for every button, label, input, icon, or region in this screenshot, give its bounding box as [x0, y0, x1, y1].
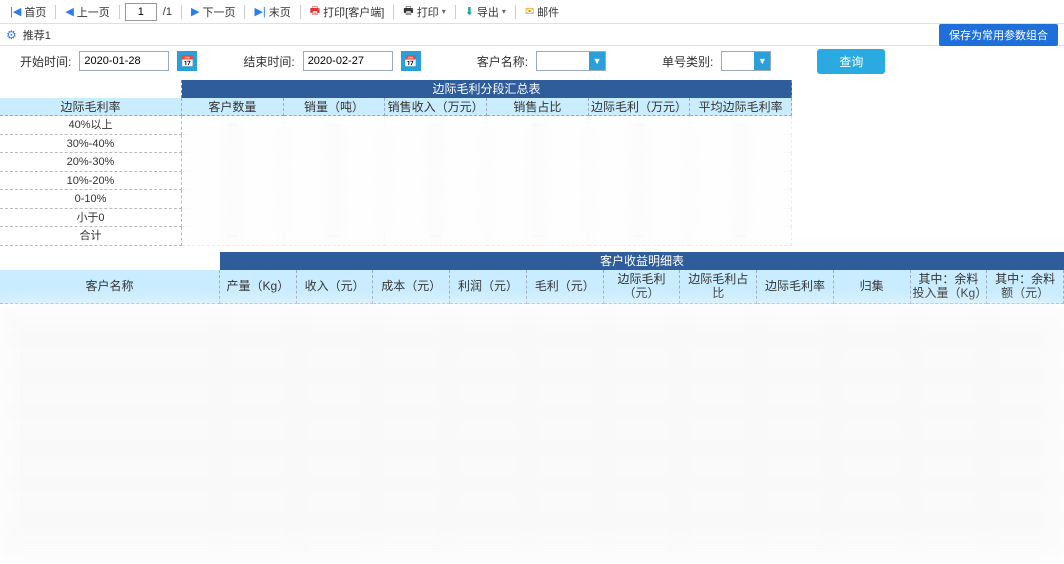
first-page-button[interactable]: |◀ 首页 — [6, 2, 50, 22]
page-number-input[interactable] — [125, 3, 157, 21]
first-page-label: 首页 — [24, 4, 46, 20]
detail-col-header: 边际毛利占比 — [680, 270, 757, 304]
customer-name-label: 客户名称: — [477, 53, 528, 70]
summary-col-header: 销售占比 — [487, 98, 589, 116]
detail-col-header: 边际毛利（元） — [604, 270, 681, 304]
chevron-down-icon: ▾ — [442, 7, 446, 16]
order-type-label: 单号类别: — [662, 53, 713, 70]
tab-recommend1[interactable]: 推荐1 — [23, 27, 51, 43]
end-time-input[interactable] — [303, 51, 393, 71]
detail-col-header: 利润（元） — [450, 270, 527, 304]
detail-col-header: 毛利（元） — [527, 270, 604, 304]
detail-col-header: 其中：余料投入量（Kg） — [911, 270, 988, 304]
calendar-icon[interactable]: 📅 — [177, 51, 197, 71]
detail-col-header: 边际毛利率 — [757, 270, 834, 304]
dropdown-icon: ▼ — [754, 52, 770, 70]
filter-bar: 开始时间: 📅 结束时间: 📅 客户名称: ▼ 单号类别: ▼ 查询 — [0, 46, 1064, 76]
export-icon: ⬇ — [465, 5, 474, 18]
tabs-row: ⚙ 推荐1 保存为常用参数组合 — [0, 24, 1064, 46]
dropdown-icon: ▼ — [589, 52, 605, 70]
end-time-label: 结束时间: — [243, 53, 294, 70]
start-time-label: 开始时间: — [20, 53, 71, 70]
separator — [300, 5, 301, 19]
mail-button[interactable]: ✉ 邮件 — [521, 2, 563, 22]
detail-col-header: 客户名称 — [0, 270, 220, 304]
separator — [244, 5, 245, 19]
separator — [55, 5, 56, 19]
summary-table: 边际毛利率 40%以上 30%-40% 20%-30% 10%-20% 0-10… — [0, 80, 1064, 246]
summary-row-label: 40%以上 — [0, 116, 182, 135]
summary-row-label: 10%-20% — [0, 172, 182, 191]
first-page-icon: |◀ — [10, 5, 21, 18]
mail-label: 邮件 — [537, 4, 559, 20]
summary-row-label: 合计 — [0, 227, 182, 246]
next-page-label: 下一页 — [202, 4, 235, 20]
detail-col-header: 其中：余料额（元） — [987, 270, 1064, 304]
separator — [181, 5, 182, 19]
prev-page-icon: ◀ — [65, 5, 73, 18]
summary-col-header: 平均边际毛利率 — [690, 98, 792, 116]
export-label: 导出 — [477, 4, 499, 20]
summary-row-label: 20%-30% — [0, 153, 182, 172]
detail-col-header: 成本（元） — [373, 270, 450, 304]
page-total-label: /1 — [159, 6, 176, 18]
summary-col-header: 销售收入（万元） — [385, 98, 487, 116]
report-toolbar: |◀ 首页 ◀ 上一页 /1 ▶ 下一页 ▶| 末页 🖶 打印[客户端] 🖶 打… — [0, 0, 1064, 24]
summary-title: 边际毛利分段汇总表 — [182, 80, 792, 98]
print-client-button[interactable]: 🖶 打印[客户端] — [306, 0, 389, 23]
calendar-icon[interactable]: 📅 — [401, 51, 421, 71]
chevron-down-icon: ▾ — [502, 7, 506, 16]
summary-body-redacted: —————— —————— —————— —————— —————— —————… — [182, 116, 792, 246]
export-button[interactable]: ⬇ 导出 ▾ — [461, 2, 510, 22]
print-button[interactable]: 🖶 打印 ▾ — [399, 0, 449, 23]
detail-body-redacted — [0, 304, 1064, 564]
summary-col-header: 边际毛利（万元） — [589, 98, 691, 116]
last-page-icon: ▶| — [254, 5, 265, 18]
save-params-button[interactable]: 保存为常用参数组合 — [939, 24, 1058, 46]
start-time-input[interactable] — [79, 51, 169, 71]
summary-row-label: 0-10% — [0, 190, 182, 209]
summary-col-header: 客户数量 — [182, 98, 284, 116]
print-label: 打印 — [417, 4, 439, 20]
last-page-label: 末页 — [269, 4, 291, 20]
next-page-icon: ▶ — [191, 5, 199, 18]
prev-page-button[interactable]: ◀ 上一页 — [61, 2, 113, 22]
next-page-button[interactable]: ▶ 下一页 — [187, 2, 239, 22]
print-icon: 🖶 — [310, 2, 320, 21]
filter-toggle-icon[interactable]: ⚙ — [6, 28, 17, 42]
summary-row-label: 小于0 — [0, 209, 182, 228]
detail-table: 客户收益明细表 客户名称 产量（Kg） 收入（元） 成本（元） 利润（元） 毛利… — [0, 252, 1064, 564]
detail-col-header: 收入（元） — [297, 270, 374, 304]
order-type-select[interactable]: ▼ — [721, 51, 771, 71]
detail-col-header: 归集 — [834, 270, 911, 304]
detail-col-header: 产量（Kg） — [220, 270, 297, 304]
last-page-button[interactable]: ▶| 末页 — [250, 2, 294, 22]
detail-title: 客户收益明细表 — [220, 252, 1064, 270]
query-button[interactable]: 查询 — [817, 49, 885, 74]
print-icon: 🖶 — [403, 2, 413, 21]
separator — [119, 5, 120, 19]
separator — [393, 5, 394, 19]
print-client-label: 打印[客户端] — [323, 4, 384, 20]
separator — [515, 5, 516, 19]
separator — [455, 5, 456, 19]
prev-page-label: 上一页 — [77, 4, 110, 20]
mail-icon: ✉ — [525, 5, 534, 18]
summary-row-label: 30%-40% — [0, 135, 182, 154]
margin-rate-header: 边际毛利率 — [0, 98, 182, 116]
summary-col-header: 销量（吨） — [284, 98, 386, 116]
customer-name-select[interactable]: ▼ — [536, 51, 606, 71]
